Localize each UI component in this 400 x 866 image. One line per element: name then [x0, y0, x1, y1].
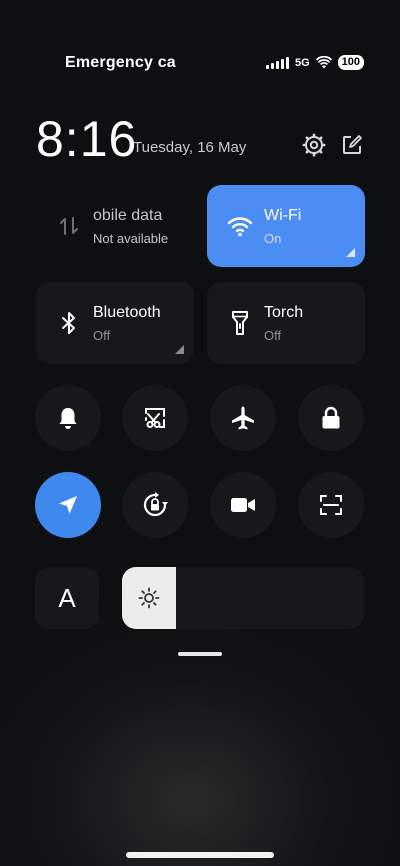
tile-mobile-data-status: Not available [93, 231, 169, 246]
network-type: 5G [294, 56, 310, 69]
font-size-label: A [58, 582, 76, 613]
toggle-screen-record[interactable] [210, 472, 276, 538]
location-icon [59, 496, 77, 514]
bluetooth-expand-indicator[interactable] [175, 345, 184, 354]
tile-torch-status: Off [264, 328, 282, 343]
rotation-lock-icon [143, 492, 168, 517]
clock-time: 8:16 [36, 111, 138, 167]
tile-bluetooth-label: Bluetooth [93, 304, 161, 321]
bluetooth-icon [54, 308, 84, 338]
status-icons: 5G 100 [265, 55, 364, 70]
airplane-icon [232, 406, 254, 430]
panel-drag-handle[interactable] [178, 652, 222, 656]
wifi-icon [225, 211, 255, 241]
signal-icon [265, 56, 289, 69]
toggle-screenshot[interactable] [122, 385, 188, 451]
tile-wifi[interactable]: Wi-Fi On [207, 185, 365, 267]
settings-gear-icon[interactable] [302, 133, 326, 157]
tile-torch-label: Torch [264, 304, 304, 321]
mobile-data-icon [54, 211, 84, 241]
toggle-lock-screen[interactable] [298, 385, 364, 451]
toggle-sound[interactable] [35, 385, 101, 451]
screenshot-icon [145, 408, 165, 428]
toggle-location[interactable] [35, 472, 101, 538]
wifi-expand-indicator[interactable] [346, 248, 355, 257]
status-carrier: Emergency ca [65, 54, 176, 71]
tile-mobile-data[interactable]: obile data Not available [36, 185, 194, 267]
tile-mobile-data-label: obile data [93, 207, 163, 224]
tile-torch[interactable]: Torch Off [207, 282, 365, 364]
torch-icon [225, 308, 255, 338]
edit-icon[interactable] [340, 133, 364, 157]
tile-bluetooth[interactable]: Bluetooth Off [36, 282, 194, 364]
clock-date: Tuesday, 16 May [133, 139, 247, 156]
status-wifi-icon [315, 56, 332, 69]
toggle-airplane[interactable] [210, 385, 276, 451]
tile-wifi-status: On [264, 231, 282, 246]
home-indicator[interactable] [126, 852, 274, 858]
tile-wifi-label: Wi-Fi [264, 207, 302, 224]
lock-icon [322, 406, 340, 429]
toggle-rotation-lock[interactable] [122, 472, 188, 538]
brightness-slider-fill[interactable] [122, 567, 176, 629]
battery-indicator: 100 [337, 55, 364, 70]
toggle-scanner[interactable] [298, 472, 364, 538]
scan-icon [320, 495, 342, 515]
bell-icon [59, 408, 77, 429]
tile-bluetooth-status: Off [93, 328, 111, 343]
brightness-sun-icon [138, 587, 160, 609]
video-icon [231, 498, 255, 512]
font-size-button[interactable]: A [35, 567, 99, 629]
